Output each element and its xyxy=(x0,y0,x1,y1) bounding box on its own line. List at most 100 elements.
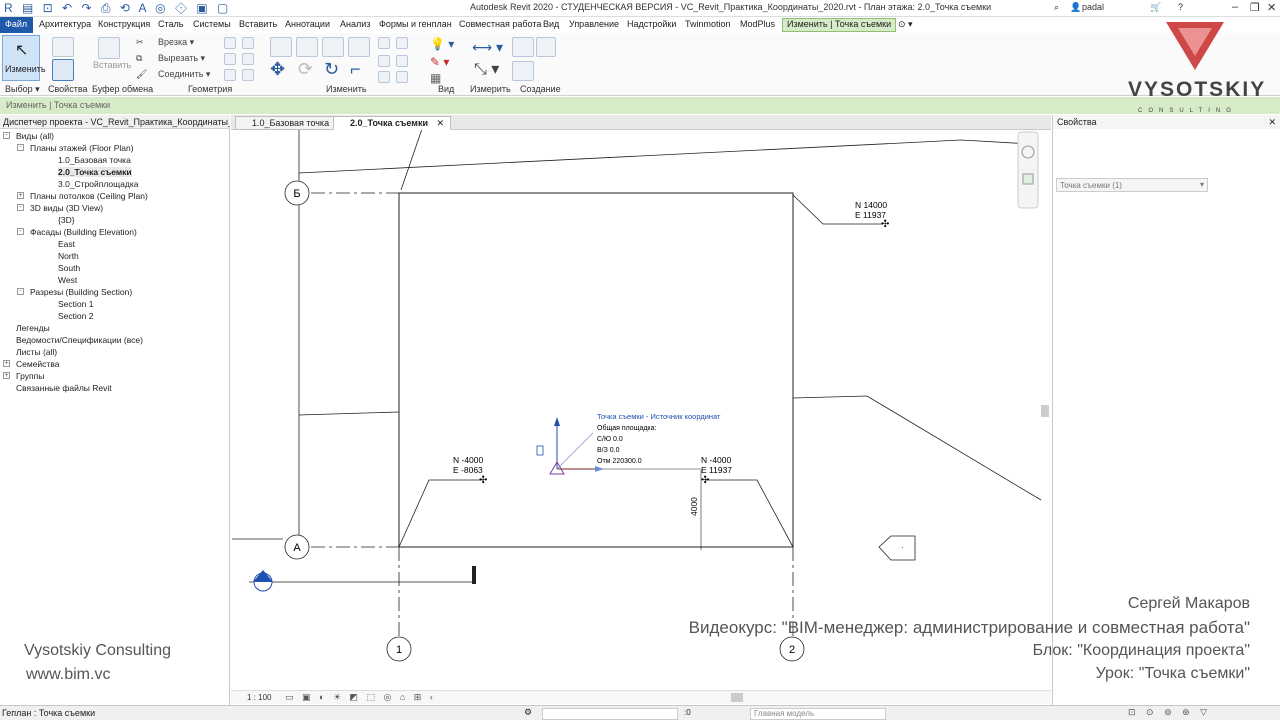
cart-icon[interactable]: 🛒 xyxy=(1150,2,1161,13)
tree-item[interactable]: Ведомости/Спецификации (все) xyxy=(16,335,143,345)
tree-item[interactable]: Группы xyxy=(16,371,44,381)
measure-icon[interactable]: ⟷ ▾ xyxy=(472,39,503,56)
view-scale[interactable]: 1 : 100 xyxy=(247,693,271,702)
menu-twinmotion[interactable]: Twinmotion xyxy=(685,19,731,29)
tree-item[interactable]: 1.0_Базовая точка xyxy=(58,155,131,165)
tab-base-point[interactable]: 1.0_Базовая точка xyxy=(235,116,337,130)
vertical-scrollbar-thumb[interactable] xyxy=(1041,405,1049,417)
spot-coordinate-se-e[interactable]: E 11937 xyxy=(701,465,732,475)
spot-coordinate-sw-n[interactable]: N -4000 xyxy=(453,455,484,465)
tree-toggle-icon[interactable]: - xyxy=(17,288,24,295)
zoom-icon[interactable] xyxy=(1022,173,1034,185)
worksets-icon[interactable]: ⚙ xyxy=(524,707,532,718)
tree-toggle-icon[interactable]: + xyxy=(17,192,24,199)
navigation-bar[interactable] xyxy=(1017,131,1039,209)
menu-addins[interactable]: Надстройки xyxy=(627,19,676,29)
tab-close-icon[interactable]: ✕ xyxy=(437,118,445,128)
user-icon[interactable]: 👤 xyxy=(1070,2,1081,13)
rotate-icon[interactable]: ↻ xyxy=(324,59,339,80)
geometry-tool-icon[interactable] xyxy=(224,69,236,81)
paint-icon[interactable]: ✎ ▾ xyxy=(430,55,449,69)
quick-access-toolbar[interactable]: R ▤ ⊡ ↶ ↷ ⎙ ⟲ A ◎ ⟐ ▣ ▢ xyxy=(4,1,231,16)
menu-annotate[interactable]: Аннотации xyxy=(285,19,330,29)
menu-modify-survey-point[interactable]: Изменить | Точка съемки xyxy=(782,18,897,32)
tree-item[interactable]: Планы этажей (Floor Plan) xyxy=(30,143,134,153)
cut-scissors-icon[interactable]: ✂ xyxy=(136,37,144,48)
array-icon[interactable] xyxy=(378,55,390,67)
drawing-canvas[interactable]: Б А 1 2 N 14000 E 11937 ✣ N -4000 E -806… xyxy=(231,130,1051,690)
menu-systems[interactable]: Системы xyxy=(193,19,231,29)
horizontal-scrollbar-thumb[interactable] xyxy=(731,693,743,702)
geometry-tool-icon[interactable] xyxy=(224,37,236,49)
menu-structure[interactable]: Конструкция xyxy=(98,19,150,29)
create-group-icon[interactable] xyxy=(512,61,534,81)
pin-icon[interactable] xyxy=(378,71,390,83)
tree-item[interactable]: 3D виды (3D View) xyxy=(30,203,103,213)
match-icon[interactable]: 🖌 xyxy=(136,69,147,80)
workset-select[interactable] xyxy=(542,708,678,720)
menu-analyze[interactable]: Анализ xyxy=(340,19,370,29)
elevation-marker-icon[interactable] xyxy=(878,535,916,561)
split-icon[interactable] xyxy=(378,37,390,49)
spot-coordinate-sw-e[interactable]: E -8063 xyxy=(453,465,483,475)
tree-item[interactable]: Легенды xyxy=(16,323,50,333)
tree-item[interactable]: Section 2 xyxy=(58,311,93,321)
tree-item[interactable]: North xyxy=(58,251,79,261)
menu-architecture[interactable]: Архитектура xyxy=(39,19,91,29)
menu-modplus[interactable]: ModPlus xyxy=(740,19,775,29)
tree-toggle-icon[interactable]: - xyxy=(17,204,24,211)
tree-item[interactable]: Фасады (Building Elevation) xyxy=(30,227,137,237)
restore-icon[interactable]: ❐ xyxy=(1250,1,1260,14)
delete-icon[interactable] xyxy=(396,71,408,83)
tree-item[interactable]: West xyxy=(58,275,77,285)
menu-view[interactable]: Вид xyxy=(543,19,559,29)
view-tool-icon[interactable]: ▦ xyxy=(430,71,441,85)
offset-icon[interactable] xyxy=(296,37,318,57)
tree-toggle-icon[interactable]: - xyxy=(17,144,24,151)
plan-drawing[interactable]: Б А 1 2 N 14000 E 11937 ✣ N -4000 E -806… xyxy=(231,130,1051,690)
design-option-select[interactable]: Главная модель xyxy=(750,708,886,720)
cutout-geometry-button[interactable]: Вырезать ▾ xyxy=(158,53,205,64)
tree-item[interactable]: Семейства xyxy=(16,359,59,369)
menu-insert[interactable]: Вставить xyxy=(239,19,277,29)
dimension-value[interactable]: 4000 xyxy=(689,497,699,516)
tree-toggle-icon[interactable]: - xyxy=(3,132,10,139)
tree-item[interactable]: 3.0_Стройплощадка xyxy=(58,179,138,189)
tab-survey-point[interactable]: 2.0_Точка съемки ✕ xyxy=(333,116,452,130)
properties-close-icon[interactable]: ✕ xyxy=(1268,117,1276,128)
paste-icon[interactable] xyxy=(98,37,120,59)
tree-item[interactable]: Разрезы (Building Section) xyxy=(30,287,132,297)
copy-icon[interactable]: ⧉ xyxy=(136,53,142,64)
scale-icon[interactable] xyxy=(396,55,408,67)
tree-item[interactable]: Планы потолков (Ceiling Plan) xyxy=(30,191,148,201)
survey-clip-icon[interactable] xyxy=(536,445,544,456)
tree-item[interactable]: 2.0_Точка съемки xyxy=(58,167,132,177)
menu-steel[interactable]: Сталь xyxy=(158,19,183,29)
properties-type-icon[interactable] xyxy=(52,37,74,57)
tree-item[interactable]: Листы (all) xyxy=(16,347,57,357)
close-icon[interactable]: ✕ xyxy=(1267,1,1276,14)
menu-manage[interactable]: Управление xyxy=(569,19,619,29)
panel-select-label[interactable]: Выбор ▾ xyxy=(5,84,40,95)
geometry-tool-icon[interactable] xyxy=(224,53,236,65)
tree-item[interactable]: East xyxy=(58,239,75,249)
geometry-tool-icon[interactable] xyxy=(242,37,254,49)
menu-massing-site[interactable]: Формы и генплан xyxy=(379,19,452,29)
tree-toggle-icon[interactable]: + xyxy=(3,372,10,379)
tree-item[interactable]: {3D} xyxy=(58,215,75,225)
user-name[interactable]: padal xyxy=(1082,2,1104,12)
create-parts-icon[interactable] xyxy=(536,37,556,57)
geometry-tool-icon[interactable] xyxy=(242,53,254,65)
minimize-icon[interactable]: – xyxy=(1232,1,1238,13)
tree-item[interactable]: Section 1 xyxy=(58,299,93,309)
help-icon[interactable]: ? xyxy=(1178,2,1183,12)
view-control-icons[interactable]: ▭ ▣ ◐ ☀ ◩ ⬚ ◎ ⌂ ⊞ ‹ xyxy=(285,692,436,703)
menu-file[interactable]: Файл xyxy=(0,17,33,33)
type-selector[interactable]: Точка съемки (1) ▾ xyxy=(1056,178,1208,192)
spot-coordinate-se-n[interactable]: N -4000 xyxy=(701,455,732,465)
selection-filter-icons[interactable]: ⊡ ⊙ ⊚ ⊛ ▽ xyxy=(1128,707,1211,718)
tree-item[interactable]: South xyxy=(58,263,80,273)
align-icon[interactable] xyxy=(270,37,292,57)
ribbon-options-icon[interactable]: ⊙ ▾ xyxy=(898,19,913,30)
mirror-draw-icon[interactable] xyxy=(348,37,370,57)
